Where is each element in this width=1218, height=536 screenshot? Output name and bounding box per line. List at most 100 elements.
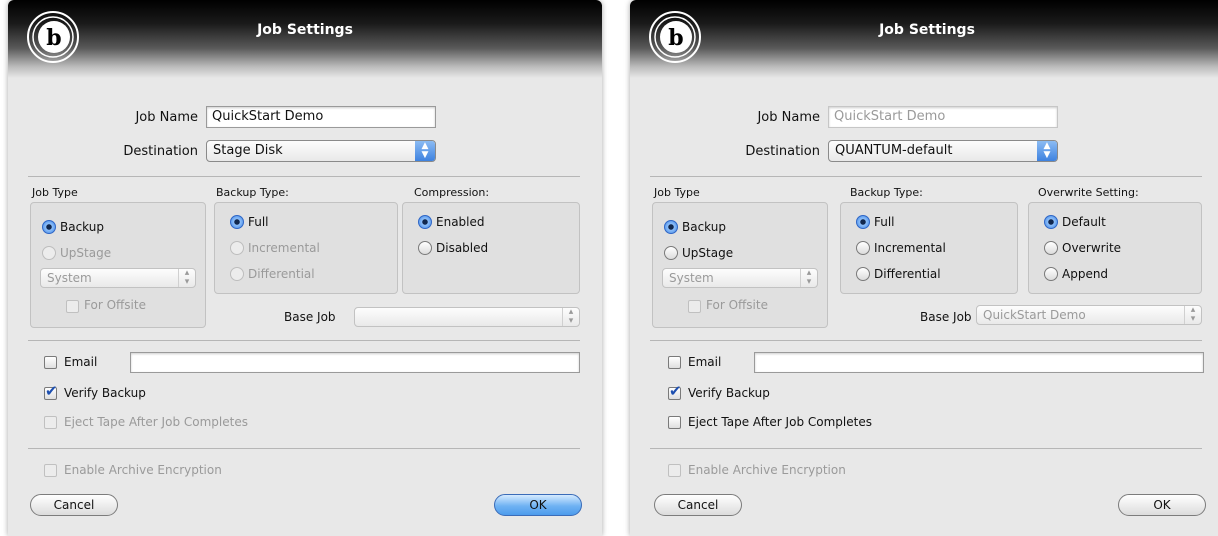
backup-type-label: Backup Type: [216,186,289,199]
radio-incremental[interactable] [856,241,870,255]
radio-backup[interactable] [664,220,678,234]
job-name-field[interactable]: QuickStart Demo [828,106,1058,128]
backup-type-label: Backup Type: [850,186,923,199]
destination-select[interactable]: Stage Disk ▲ ▼ [206,140,436,162]
job-settings-dialog-stage-disk: b Job Settings Job Name QuickStart Demo … [8,0,602,536]
dialog-header: b Job Settings [8,0,602,78]
radio-append[interactable] [1044,267,1058,281]
checkmark-icon: ✔ [669,382,682,400]
radio-differential[interactable] [856,267,870,281]
divider [650,340,1202,341]
ok-button[interactable]: OK [494,494,582,516]
enable-encryption-checkbox[interactable] [44,464,57,477]
updown-arrows-icon: ▴ ▾ [178,269,195,287]
ok-button[interactable]: OK [1118,494,1206,516]
divider [28,448,580,449]
compression-label: Compression: [414,186,490,199]
email-label: Email [688,355,722,369]
radio-append-label: Append [1062,267,1109,281]
radio-full-label: Full [248,215,269,229]
for-offsite-checkbox[interactable] [688,300,701,313]
destination-label: Destination [745,144,820,159]
system-select-value: System [47,271,92,285]
eject-tape-checkbox[interactable] [668,416,681,429]
updown-arrows-icon: ▲ ▼ [1037,141,1057,161]
dialog-header: b Job Settings [630,0,1218,78]
updown-arrows-icon: ▲ ▼ [415,141,435,161]
checkmark-icon: ✔ [45,382,58,400]
radio-default-label: Default [1062,215,1106,229]
email-checkbox[interactable] [668,356,681,369]
radio-differential-label: Differential [248,267,315,281]
radio-backup-label: Backup [60,220,104,234]
radio-backup[interactable] [42,220,56,234]
radio-upstage[interactable] [42,246,56,260]
radio-disabled[interactable] [418,241,432,255]
destination-label: Destination [123,144,198,159]
cancel-button[interactable]: Cancel [30,494,118,516]
destination-value: QUANTUM-default [835,143,953,158]
dialog-title: Job Settings [879,22,975,38]
job-type-label: Job Type [32,186,78,199]
for-offsite-label: For Offsite [84,298,146,312]
email-checkbox[interactable] [44,356,57,369]
radio-incremental-label: Incremental [874,241,946,255]
overwrite-setting-label: Overwrite Setting: [1038,186,1139,199]
updown-arrows-icon: ▴ ▾ [1184,306,1201,324]
dialog-title: Job Settings [257,22,353,38]
destination-select[interactable]: QUANTUM-default ▲ ▼ [828,140,1058,162]
radio-upstage-label: UpStage [682,246,734,260]
radio-enabled[interactable] [418,215,432,229]
radio-full-label: Full [874,215,895,229]
base-job-label: Base Job [284,310,336,324]
radio-full[interactable] [230,215,244,229]
verify-backup-label: Verify Backup [64,386,146,400]
job-name-label: Job Name [757,110,820,125]
updown-arrows-icon: ▴ ▾ [562,308,579,326]
radio-backup-label: Backup [682,220,726,234]
enable-encryption-label: Enable Archive Encryption [64,463,222,477]
divider [28,340,580,341]
job-name-label: Job Name [135,110,198,125]
radio-upstage[interactable] [664,246,678,260]
job-name-field[interactable]: QuickStart Demo [206,106,436,128]
destination-value: Stage Disk [213,143,283,158]
updown-arrows-icon: ▴ ▾ [800,269,817,287]
system-select[interactable]: System ▴ ▾ [40,268,196,288]
base-job-value: QuickStart Demo [983,308,1086,322]
job-settings-dialog-quantum: b Job Settings Job Name QuickStart Demo … [630,0,1218,536]
system-select[interactable]: System ▴ ▾ [662,268,818,288]
radio-differential-label: Differential [874,267,941,281]
eject-tape-label: Eject Tape After Job Completes [64,415,248,429]
radio-incremental[interactable] [230,241,244,255]
radio-default[interactable] [1044,215,1058,229]
base-job-select[interactable]: QuickStart Demo ▴ ▾ [976,305,1202,325]
verify-backup-checkbox[interactable]: ✔ [668,383,682,400]
system-select-value: System [669,271,714,285]
radio-disabled-label: Disabled [436,241,489,255]
radio-enabled-label: Enabled [436,215,485,229]
enable-encryption-label: Enable Archive Encryption [688,463,846,477]
radio-incremental-label: Incremental [248,241,320,255]
radio-overwrite[interactable] [1044,241,1058,255]
divider [28,176,580,177]
cancel-button[interactable]: Cancel [654,494,742,516]
for-offsite-label: For Offsite [706,298,768,312]
divider [650,176,1202,177]
enable-encryption-checkbox[interactable] [668,464,681,477]
email-field[interactable] [754,352,1204,373]
radio-upstage-label: UpStage [60,246,112,260]
base-job-label: Base Job [920,310,972,324]
email-field[interactable] [130,352,580,373]
job-type-label: Job Type [654,186,700,199]
eject-tape-checkbox[interactable] [44,416,57,429]
verify-backup-checkbox[interactable]: ✔ [44,383,58,400]
base-job-select[interactable]: ▴ ▾ [354,307,580,327]
for-offsite-checkbox[interactable] [66,300,79,313]
radio-overwrite-label: Overwrite [1062,241,1122,255]
radio-differential[interactable] [230,267,244,281]
verify-backup-label: Verify Backup [688,386,770,400]
radio-full[interactable] [856,215,870,229]
eject-tape-label: Eject Tape After Job Completes [688,415,872,429]
email-label: Email [64,355,98,369]
